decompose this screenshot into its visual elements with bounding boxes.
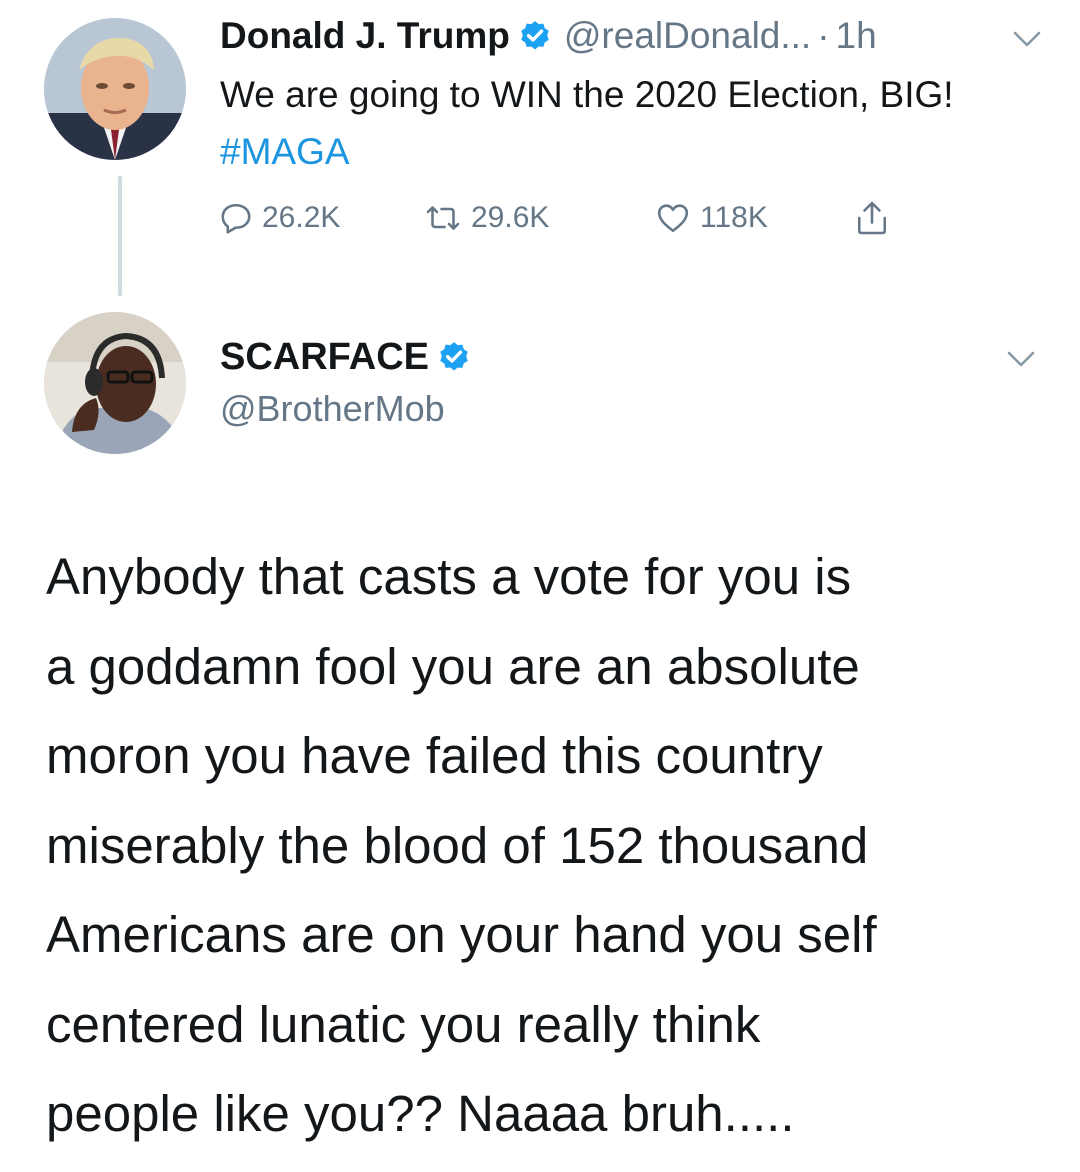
hashtag-link[interactable]: #MAGA [220, 131, 350, 172]
author-handle[interactable]: @BrotherMob [220, 388, 445, 430]
chevron-down-icon[interactable] [1010, 28, 1044, 50]
share-button[interactable] [854, 196, 898, 240]
tweet-action-bar: 26.2K 29.6K 118K [218, 196, 938, 240]
heart-icon [657, 204, 689, 233]
reply-tweet-text: Anybody that casts a vote for you is a g… [46, 548, 877, 1142]
trump-avatar-image [44, 18, 186, 160]
tweet-text: We are going to WIN the 2020 Election, B… [220, 66, 1020, 180]
reply-count: 26.2K [262, 201, 341, 234]
reply-button[interactable]: 26.2K [218, 196, 340, 240]
retweet-icon [426, 206, 460, 230]
like-count: 118K [700, 201, 768, 234]
tweet-text-body: We are going to WIN the 2020 Election, B… [220, 74, 954, 115]
scarface-avatar-image [44, 312, 186, 454]
reply-header: SCARFACE [220, 334, 483, 380]
author-name[interactable]: Donald J. Trump [220, 15, 510, 57]
tweet-timestamp[interactable]: 1h [836, 15, 877, 57]
author-handle[interactable]: @realDonald... [564, 15, 811, 57]
verified-badge-icon [437, 340, 471, 374]
thread-connector-line [118, 176, 122, 296]
retweet-count: 29.6K [471, 201, 550, 234]
retweet-button[interactable]: 29.6K [423, 196, 549, 240]
original-tweet[interactable]: Donald J. Trump @realDonald... · 1h We a… [0, 0, 1080, 296]
share-icon [857, 201, 887, 235]
reply-icon [221, 203, 251, 234]
avatar[interactable] [44, 312, 186, 454]
like-button[interactable]: 118K [654, 196, 768, 240]
verified-badge-icon [518, 19, 552, 53]
tweet-header: Donald J. Trump @realDonald... · 1h [220, 14, 877, 58]
chevron-down-icon[interactable] [1004, 348, 1038, 370]
avatar[interactable] [44, 18, 186, 160]
author-name[interactable]: SCARFACE [220, 336, 429, 379]
separator-dot: · [817, 15, 830, 56]
